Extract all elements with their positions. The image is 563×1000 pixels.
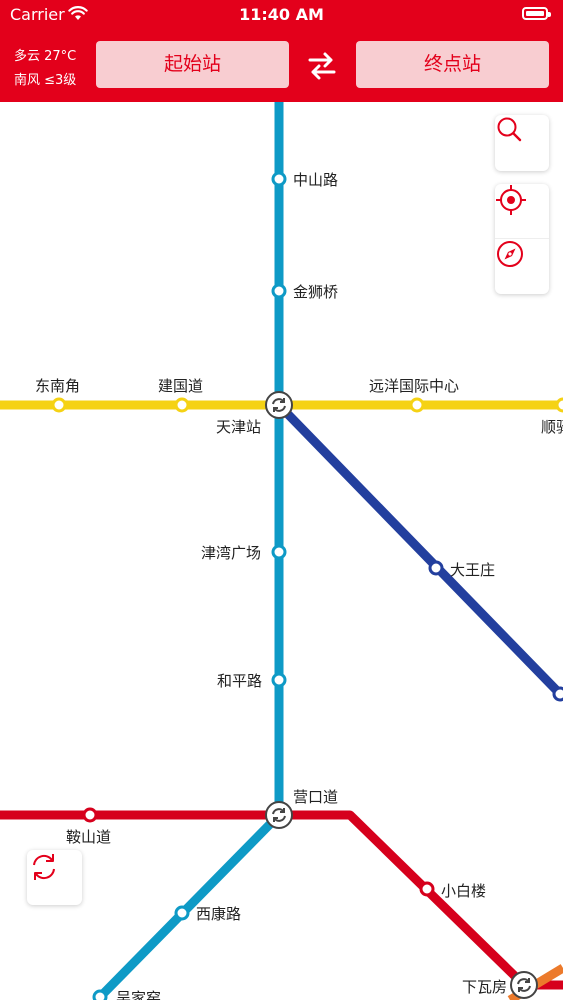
station-dot-zhongshan — [271, 171, 287, 187]
station-label-jianguodao[interactable]: 建国道 — [158, 377, 203, 395]
station-label-dawangzhuang[interactable]: 大王庄 — [450, 561, 495, 579]
locate-icon[interactable] — [495, 184, 549, 239]
station-label-shunyi[interactable]: 顺驿 — [541, 418, 563, 436]
transfer-icon — [265, 801, 293, 829]
station-label-tianjin[interactable]: 天津站 — [216, 418, 261, 436]
start-station-button[interactable]: 起始站 — [96, 41, 289, 88]
station-label-jinwan[interactable]: 津湾广场 — [201, 544, 261, 562]
station-dot-jinwan — [271, 544, 287, 560]
station-dot-xiaobailou — [419, 881, 435, 897]
station-label-yingkou[interactable]: 营口道 — [293, 788, 338, 806]
station-dot-shunyi — [555, 397, 563, 413]
transfer-icon — [510, 971, 538, 999]
refresh-icon[interactable] — [27, 850, 82, 905]
metro-map[interactable]: 中山路 金狮桥 东南角 建国道 远洋国际中心 天津站 顺驿 津湾广场 大王庄 和… — [0, 102, 563, 1000]
station-dot-anshan — [82, 807, 98, 823]
transfer-icon — [265, 391, 293, 419]
station-dot-dawangzhuang — [428, 560, 444, 576]
refresh-control — [27, 850, 82, 905]
status-time: 11:40 AM — [239, 5, 324, 24]
battery-icon — [522, 7, 551, 20]
compass-icon[interactable] — [495, 239, 549, 294]
station-label-yuanyang[interactable]: 远洋国际中心 — [369, 377, 459, 395]
station-dot-heping — [271, 672, 287, 688]
status-bar: Carrier 11:40 AM — [0, 0, 563, 30]
station-dot-jinshiqiao — [271, 283, 287, 299]
weather-wind: 南风 ≤3级 — [14, 73, 77, 88]
station-dot-dongnanjiao — [51, 397, 67, 413]
station-label-anshan[interactable]: 鞍山道 — [66, 828, 111, 846]
weather-condition: 多云 27°C — [14, 49, 77, 64]
station-label-jinshiqiao[interactable]: 金狮桥 — [293, 283, 338, 301]
search-icon[interactable] — [495, 115, 549, 171]
end-station-button[interactable]: 终点站 — [356, 41, 549, 88]
top-bar: Carrier 11:40 AM 多云 27°C 南风 ≤3级 起始站 终点站 — [0, 0, 563, 102]
search-control — [495, 115, 549, 171]
station-label-dongnanjiao[interactable]: 东南角 — [35, 377, 80, 395]
map-tools-control — [495, 184, 549, 294]
station-dot-jianguodao — [174, 397, 190, 413]
metro-line-blue-branch — [96, 811, 283, 1000]
station-label-xiaobailou[interactable]: 小白楼 — [441, 882, 486, 900]
station-dot-wujiayao — [92, 989, 108, 1000]
station-label-xikang[interactable]: 西康路 — [196, 905, 241, 923]
station-dot-xikang — [174, 905, 190, 921]
station-label-zhongshan[interactable]: 中山路 — [293, 171, 338, 189]
station-label-wujiayao[interactable]: 吴家窑 — [116, 989, 161, 1000]
station-dot-navy-end — [552, 686, 563, 702]
station-label-xiawafang[interactable]: 下瓦房 — [462, 978, 507, 996]
station-dot-yuanyang — [409, 397, 425, 413]
station-label-heping[interactable]: 和平路 — [217, 672, 262, 690]
metro-line-navy — [275, 401, 563, 701]
swap-icon[interactable] — [304, 48, 340, 84]
